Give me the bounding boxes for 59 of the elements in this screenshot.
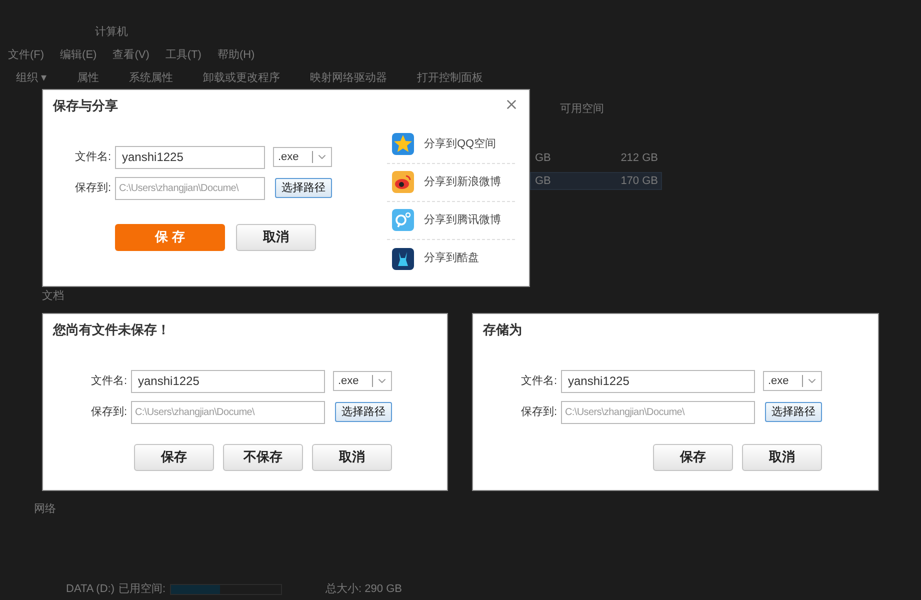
dialog-button[interactable]: 取消 — [742, 444, 822, 470]
filename-field[interactable]: yanshi1225 — [131, 370, 325, 392]
drive-total: 总大小: 290 GB — [326, 582, 402, 597]
dialog-title: 保存与分享 — [53, 97, 118, 115]
filename-field[interactable]: yanshi1225 — [115, 146, 265, 168]
dialog-title: 存储为 — [483, 321, 522, 339]
field-label: 保存到: — [90, 404, 127, 420]
extension-dropdown[interactable]: .exe — [333, 371, 392, 391]
path-field[interactable]: C:\Users\zhangjian\Docume\ — [115, 176, 265, 200]
eye-icon — [392, 171, 414, 193]
bubble-icon — [392, 209, 414, 231]
column-header: 可用空间 — [560, 102, 604, 117]
toolbar-item[interactable]: 组织 ▾ — [16, 70, 48, 86]
drive-used-label: 已用空间: — [118, 582, 166, 597]
toolbar-item[interactable]: 系统属性 — [129, 70, 174, 86]
menu-item[interactable]: 编辑(E) — [60, 46, 97, 64]
dialog-button[interactable]: 保存 — [134, 444, 214, 470]
star-icon — [392, 133, 414, 155]
close-icon[interactable] — [504, 97, 519, 112]
toolbar-item[interactable]: 属性 — [77, 70, 100, 86]
extension-dropdown[interactable]: .exe — [273, 147, 332, 167]
toolbar-item[interactable]: 映射网络驱动器 — [310, 70, 388, 86]
drive-row[interactable]: GB 212 GB — [530, 149, 662, 167]
browse-button[interactable]: 选择路径 — [765, 402, 822, 422]
share-link[interactable]: 分享到腾讯微博 — [424, 212, 501, 228]
field-label: 文件名: — [520, 374, 557, 389]
sidebar-item[interactable]: 网络 — [34, 500, 56, 517]
share-link[interactable]: 分享到酷盘 — [424, 250, 479, 267]
browse-button[interactable]: 选择路径 — [335, 402, 392, 422]
share-link[interactable]: 分享到新浪微博 — [424, 174, 501, 190]
dialog-button[interactable]: 取消 — [312, 444, 392, 470]
filename-field[interactable]: yanshi1225 — [561, 370, 755, 392]
drive-row[interactable]: GB 170 GB — [530, 172, 662, 190]
extension-dropdown[interactable]: .exe — [763, 371, 822, 391]
field-label: 保存到: — [520, 404, 557, 420]
dialog-button[interactable]: 保存 — [653, 444, 733, 470]
path-field[interactable]: C:\Users\zhangjian\Docume\ — [561, 400, 755, 424]
share-link[interactable]: 分享到QQ空间 — [424, 136, 496, 152]
toolbar-item[interactable]: 打开控制面板 — [417, 70, 484, 86]
browse-button[interactable]: 选择路径 — [275, 178, 332, 198]
dialog-button[interactable]: 取消 — [236, 224, 316, 250]
sidebar-item[interactable]: 文档 — [42, 288, 64, 304]
table-cell-text: 212 GB — [620, 150, 658, 166]
dialog-button[interactable]: 不保存 — [223, 444, 303, 470]
menu-item[interactable]: 工具(T) — [165, 46, 202, 64]
dialog-title: 您尚有文件未保存！ — [53, 321, 170, 339]
toolbar-item[interactable]: 卸载或更改程序 — [203, 70, 280, 86]
path-field[interactable]: C:\Users\zhangjian\Docume\ — [131, 400, 325, 424]
field-label: 文件名: — [74, 150, 111, 165]
breadcrumb[interactable]: 计算机 — [95, 24, 128, 40]
field-label: 保存到: — [74, 180, 111, 196]
field-label: 文件名: — [90, 374, 127, 389]
menu-item[interactable]: 文件(F) — [8, 46, 44, 64]
menu-item[interactable]: 帮助(H) — [217, 46, 255, 64]
table-cell-text: GB — [535, 174, 551, 189]
table-cell-text: 170 GB — [620, 174, 658, 189]
table-cell-text: GB — [535, 150, 551, 166]
menu-item[interactable]: 查看(V) — [112, 46, 150, 64]
drive-name: DATA (D:) — [66, 582, 114, 597]
